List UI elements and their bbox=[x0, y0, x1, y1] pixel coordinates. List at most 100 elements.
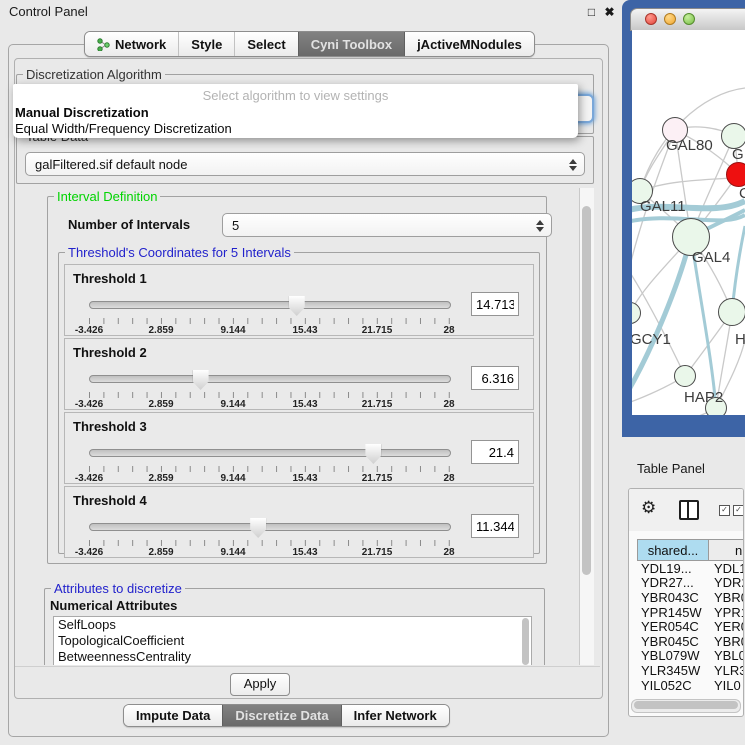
settings-scroll-area: Interval Definition Number of Intervals … bbox=[15, 186, 579, 665]
table-panel: ⚙ ✓ ✓ shared... n YDL19...YDL1 YDR27...Y… bbox=[628, 488, 744, 717]
slider-track[interactable] bbox=[89, 301, 451, 309]
slider-track[interactable] bbox=[89, 375, 451, 383]
threshold-2-value-field[interactable] bbox=[471, 366, 519, 390]
tab-discretize-data[interactable]: Discretize Data bbox=[222, 705, 340, 726]
node-label: GCY1 bbox=[632, 331, 671, 348]
control-panel-titlebar: Control Panel □ ✖ bbox=[0, 0, 622, 26]
table-panel-title: Table Panel bbox=[637, 461, 705, 476]
threshold-1-value-field[interactable] bbox=[471, 292, 519, 316]
scrollbar-thumb[interactable] bbox=[522, 618, 529, 665]
table-row[interactable]: YBR043CYBR0 bbox=[637, 590, 743, 605]
table-data-value: galFiltered.sif default node bbox=[35, 157, 187, 172]
node-label: G bbox=[732, 146, 744, 163]
numerical-attributes-list[interactable]: SelfLoops TopologicalCoefficient Between… bbox=[53, 616, 532, 665]
dropdown-option-manual[interactable]: Manual Discretization bbox=[15, 105, 149, 120]
network-node-hap2[interactable] bbox=[674, 365, 696, 387]
threshold-4-panel: Threshold 4 -3.426 2.859 9.144 15.43 21.… bbox=[64, 486, 534, 558]
node-label: GAL80 bbox=[666, 137, 713, 154]
threshold-1-slider[interactable]: -3.426 2.859 9.144 15.43 21.715 28 bbox=[89, 265, 449, 335]
table-row[interactable]: YDR27...YDR2 bbox=[637, 576, 743, 591]
slider-ticks bbox=[89, 466, 450, 472]
split-columns-icon[interactable] bbox=[679, 500, 699, 520]
tab-infer-network[interactable]: Infer Network bbox=[341, 705, 449, 726]
column-header-name[interactable]: n bbox=[709, 540, 743, 560]
threshold-1-panel: Threshold 1 -3.426 2.859 9.144 15.43 21.… bbox=[64, 264, 534, 336]
numerical-attributes-label: Numerical Attributes bbox=[50, 598, 177, 613]
column-header-shared[interactable]: shared... bbox=[637, 540, 709, 560]
table-horizontal-scrollbar[interactable] bbox=[631, 699, 741, 713]
slider-thumb[interactable] bbox=[193, 370, 209, 390]
tab-network[interactable]: Network bbox=[85, 32, 178, 56]
table-row[interactable]: YBL079WYBL0 bbox=[637, 649, 743, 664]
node-label: C bbox=[739, 185, 745, 202]
group-title: Interval Definition bbox=[54, 189, 160, 204]
slider-ticks bbox=[89, 392, 450, 398]
list-item[interactable]: TopologicalCoefficient bbox=[54, 633, 531, 649]
node-table: shared... n YDL19...YDL1 YDR27...YDR2 YB… bbox=[637, 539, 743, 716]
checkbox-icon[interactable]: ✓ bbox=[733, 505, 744, 516]
scrollbar-thumb[interactable] bbox=[582, 206, 591, 575]
dropdown-option-equal-width[interactable]: Equal Width/Frequency Discretization bbox=[15, 121, 232, 136]
algorithm-dropdown: Select algorithm to view settings Manual… bbox=[13, 84, 578, 138]
table-row[interactable]: YBR045CYBR0 bbox=[637, 634, 743, 649]
screen: Control Panel □ ✖ Network Style Select C… bbox=[0, 0, 745, 745]
float-window-icon[interactable]: □ bbox=[584, 5, 599, 20]
list-item[interactable]: BetweennessCentrality bbox=[54, 649, 531, 665]
network-node-h[interactable] bbox=[718, 298, 745, 326]
table-row[interactable]: YLR345WYLR3 bbox=[637, 663, 743, 678]
top-tab-bar: Network Style Select Cyni Toolbox jActiv… bbox=[84, 31, 535, 57]
slider-thumb[interactable] bbox=[250, 518, 266, 538]
close-traffic-light[interactable] bbox=[645, 13, 657, 25]
table-data-combobox[interactable]: galFiltered.sif default node bbox=[25, 152, 585, 176]
tab-cyni-toolbox[interactable]: Cyni Toolbox bbox=[298, 32, 404, 56]
group-title: Attributes to discretize bbox=[51, 581, 185, 596]
close-window-icon[interactable]: ✖ bbox=[602, 5, 617, 20]
node-label: H bbox=[735, 331, 745, 348]
network-canvas[interactable]: GAL80 G C GAL11 GAL4 GCY1 H HAP2 bbox=[632, 30, 745, 415]
slider-thumb[interactable] bbox=[289, 296, 305, 316]
group-title: Threshold's Coordinates for 5 Intervals bbox=[65, 245, 294, 260]
gear-icon[interactable]: ⚙ bbox=[641, 498, 656, 518]
table-row[interactable]: YIL052CYIL0 bbox=[637, 678, 743, 693]
slider-track[interactable] bbox=[89, 449, 451, 457]
dropdown-prompt: Select algorithm to view settings bbox=[13, 88, 578, 103]
network-view-window[interactable]: GAL80 G C GAL11 GAL4 GCY1 H HAP2 bbox=[622, 0, 745, 437]
threshold-3-slider[interactable]: -3.426 2.859 9.144 15.43 21.715 28 bbox=[89, 413, 449, 483]
slider-thumb[interactable] bbox=[365, 444, 381, 464]
stepper-arrows-icon bbox=[568, 157, 578, 173]
table-row[interactable]: YER054CYER0 bbox=[637, 619, 743, 634]
scrollbar-thumb[interactable] bbox=[634, 701, 738, 709]
network-icon bbox=[97, 38, 110, 51]
threshold-3-value-field[interactable] bbox=[471, 440, 519, 464]
threshold-2-slider[interactable]: -3.426 2.859 9.144 15.43 21.715 28 bbox=[89, 339, 449, 409]
network-node-selected-red[interactable] bbox=[726, 162, 745, 187]
table-row[interactable]: YDL19...YDL1 bbox=[637, 561, 743, 576]
minimize-traffic-light[interactable] bbox=[664, 13, 676, 25]
control-panel: Control Panel □ ✖ Network Style Select C… bbox=[0, 0, 622, 745]
threshold-3-panel: Threshold 3 -3.426 2.859 9.144 15.43 21.… bbox=[64, 412, 534, 484]
panel-title: Control Panel bbox=[9, 4, 88, 19]
tab-impute-data[interactable]: Impute Data bbox=[124, 705, 222, 726]
node-label: GAL4 bbox=[692, 249, 730, 266]
number-of-intervals-combobox[interactable]: 5 bbox=[222, 213, 552, 237]
threshold-2-panel: Threshold 2 -3.426 2.859 9.144 15.43 21.… bbox=[64, 338, 534, 410]
list-item[interactable]: SelfLoops bbox=[54, 617, 531, 633]
list-scrollbar[interactable] bbox=[521, 618, 530, 665]
tab-style[interactable]: Style bbox=[178, 32, 234, 56]
slider-track[interactable] bbox=[89, 523, 451, 531]
tab-label: Network bbox=[115, 37, 166, 52]
zoom-traffic-light[interactable] bbox=[683, 13, 695, 25]
checkbox-icon[interactable]: ✓ bbox=[719, 505, 730, 516]
tab-jactivemnodules[interactable]: jActiveMNodules bbox=[404, 32, 534, 56]
table-data-group: Table Data galFiltered.sif default node bbox=[16, 136, 594, 184]
main-vertical-scrollbar[interactable] bbox=[579, 188, 594, 665]
threshold-4-slider[interactable]: -3.426 2.859 9.144 15.43 21.715 28 bbox=[89, 487, 449, 557]
threshold-4-value-field[interactable] bbox=[471, 514, 519, 538]
tab-select[interactable]: Select bbox=[234, 32, 297, 56]
bottom-tab-bar: Impute Data Discretize Data Infer Networ… bbox=[123, 704, 450, 727]
table-toolbar: ⚙ ✓ ✓ bbox=[629, 489, 743, 531]
apply-button[interactable]: Apply bbox=[230, 673, 290, 696]
stepper-arrows-icon bbox=[535, 218, 545, 234]
table-row[interactable]: YPR145WYPR1 bbox=[637, 605, 743, 620]
apply-row: Apply bbox=[15, 666, 600, 697]
